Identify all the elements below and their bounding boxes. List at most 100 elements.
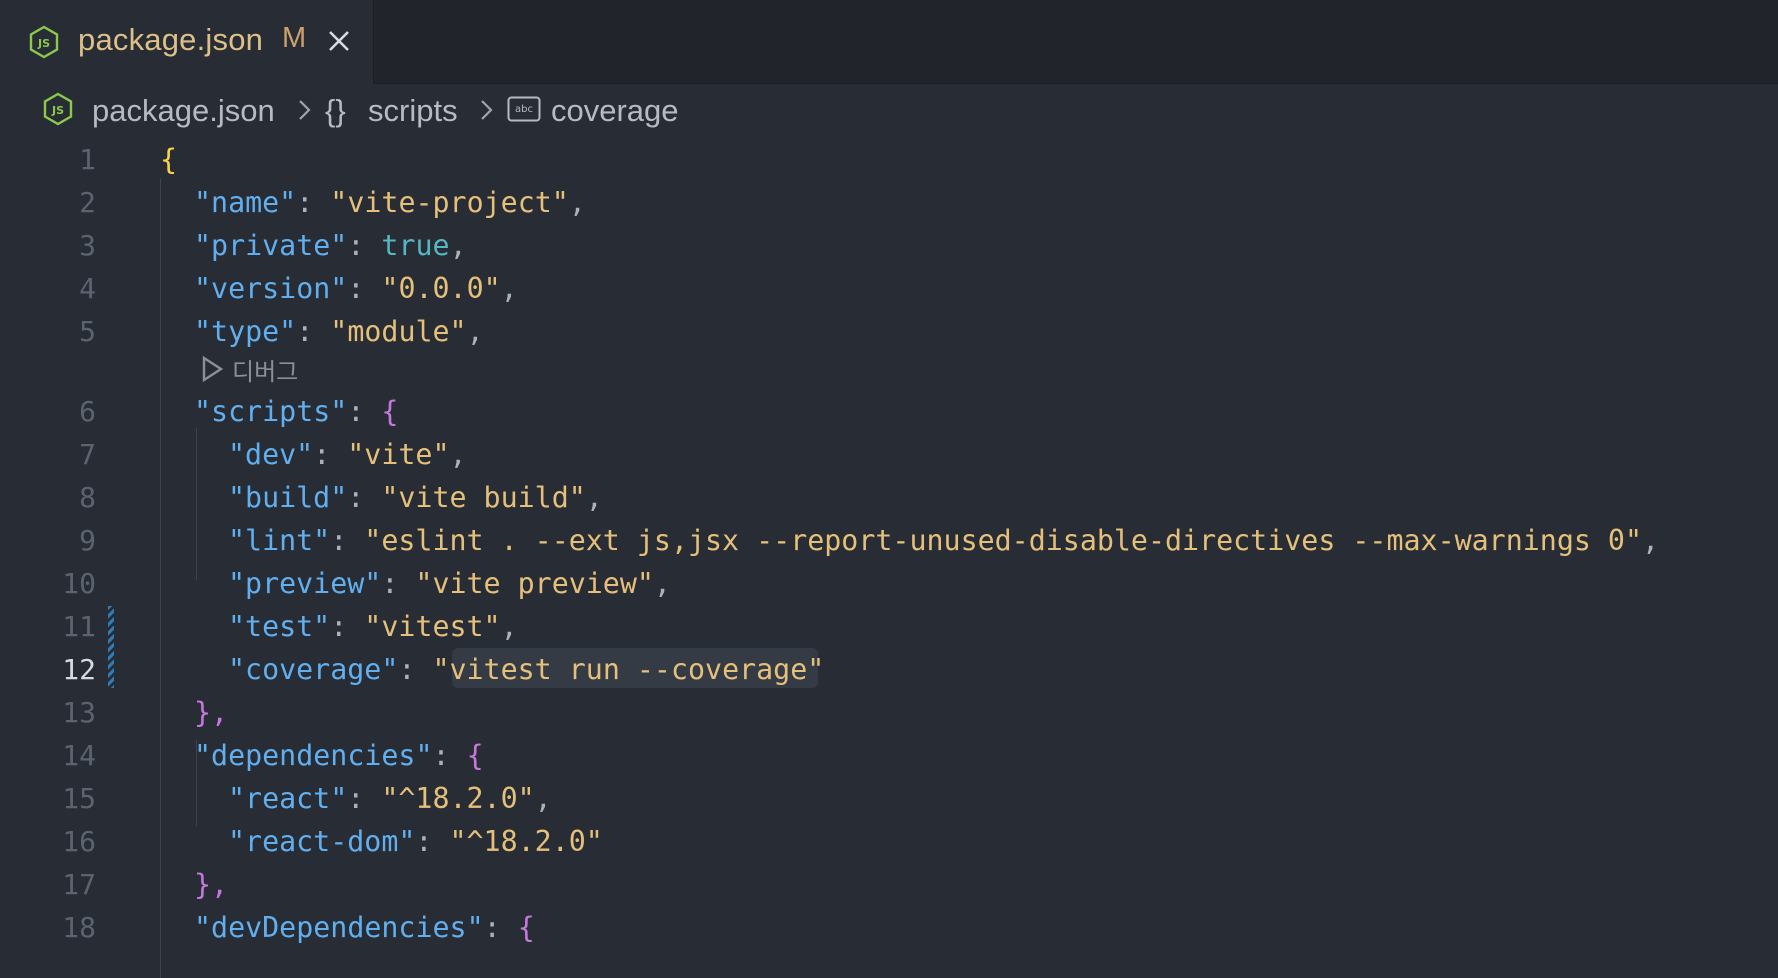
colon: : (330, 524, 365, 557)
code-line: "lint": "eslint . --ext js,jsx --report-… (228, 519, 1659, 562)
colon: : (347, 395, 382, 428)
line-number: 11 (62, 610, 96, 643)
close-icon[interactable] (326, 28, 352, 54)
json-value: true (381, 229, 450, 262)
json-key: "coverage" (228, 653, 399, 686)
comma: , (585, 481, 603, 514)
breadcrumb: JS package.json {} scripts abc coverage (0, 84, 1778, 136)
comma: , (1642, 524, 1660, 557)
line-number: 15 (62, 782, 96, 815)
modified-badge: M (282, 22, 307, 54)
code-line: { (160, 138, 177, 181)
codelens-label: 디버그 (232, 358, 299, 386)
comma: , (568, 186, 586, 219)
code-line: "preview": "vite preview", (228, 562, 671, 605)
line-number: 10 (62, 567, 96, 600)
json-value: "vite build" (381, 481, 586, 514)
indent-guide (160, 178, 161, 978)
line-number: 17 (62, 868, 96, 901)
json-value: "vite-project" (330, 186, 569, 219)
breadcrumb-section[interactable]: scripts (368, 93, 458, 129)
chevron-right-icon (481, 100, 493, 120)
code-line: "name": "vite-project", (194, 181, 586, 224)
colon: : (415, 825, 450, 858)
colon: : (296, 315, 331, 348)
code-line: "react": "^18.2.0", (228, 777, 552, 820)
json-key: "scripts" (194, 395, 348, 428)
line-number: 14 (62, 739, 96, 772)
code-line: "dependencies": { (194, 734, 484, 777)
json-key: "private" (194, 229, 348, 262)
colon: : (313, 438, 348, 471)
nodejs-icon: JS (29, 25, 59, 59)
comma: , (534, 782, 552, 815)
line-number: 16 (62, 825, 96, 858)
line-number: 1 (79, 143, 96, 176)
colon: : (398, 653, 433, 686)
code-line: "private": true, (194, 224, 467, 267)
comma: , (449, 438, 467, 471)
colon: : (347, 481, 382, 514)
code-line: "scripts": { (194, 390, 398, 433)
line-number: 7 (79, 438, 96, 471)
comma: , (653, 567, 671, 600)
code-line: "version": "0.0.0", (194, 267, 518, 310)
code-line: "devDependencies": { (194, 906, 535, 949)
play-icon (202, 355, 224, 383)
json-value: "^18.2.0" (449, 825, 603, 858)
json-key: "lint" (228, 524, 331, 557)
brace-open: { (160, 143, 178, 176)
line-number: 4 (79, 272, 96, 305)
brace-open: { (517, 911, 535, 944)
json-value: "0.0.0" (381, 272, 501, 305)
line-number: 8 (79, 481, 96, 514)
json-value: "vitest" (364, 610, 501, 643)
code-line: }, (194, 691, 228, 734)
colon: : (347, 229, 382, 262)
json-value: "vite" (347, 438, 450, 471)
code-line: "type": "module", (194, 310, 484, 353)
code-line: }, (194, 863, 228, 906)
colon: : (347, 272, 382, 305)
line-number: 5 (79, 315, 96, 348)
json-key: "build" (228, 481, 348, 514)
chevron-right-icon (299, 100, 311, 120)
breadcrumb-file[interactable]: package.json (92, 93, 275, 129)
svg-text:abc: abc (515, 104, 533, 115)
colon: : (296, 186, 331, 219)
comma: , (466, 315, 484, 348)
comma: , (500, 272, 518, 305)
json-key: "devDependencies" (194, 911, 484, 944)
colon: : (381, 567, 416, 600)
brace-open: { (466, 739, 484, 772)
line-number: 13 (62, 696, 96, 729)
json-key: "test" (228, 610, 331, 643)
brace-close: }, (194, 696, 229, 729)
json-value: "vitest run --coverage" (432, 653, 825, 686)
indent-guide (196, 428, 197, 580)
code-line: "test": "vitest", (228, 605, 518, 648)
code-line: "react-dom": "^18.2.0" (228, 820, 603, 863)
line-number: 12 (62, 653, 96, 686)
line-number: 2 (79, 186, 96, 219)
json-value: "module" (330, 315, 467, 348)
breadcrumb-leaf[interactable]: coverage (551, 93, 679, 129)
json-key: "type" (194, 315, 297, 348)
code-line: "dev": "vite", (228, 433, 467, 476)
colon: : (330, 610, 365, 643)
line-number: 9 (79, 524, 96, 557)
svg-text:JS: JS (51, 104, 64, 117)
line-number: 18 (62, 911, 96, 944)
debug-codelens[interactable]: 디버그 (200, 352, 298, 386)
nodejs-icon: JS (43, 92, 73, 126)
brace-close: }, (194, 868, 229, 901)
code-editor[interactable]: 1 {2 "name": "vite-project", 3 "private": tr… (0, 138, 1778, 978)
json-key: "preview" (228, 567, 382, 600)
comma: , (449, 229, 467, 262)
tab-package-json[interactable]: JS package.json M (0, 0, 374, 84)
tab-bar: JS package.json M (0, 0, 1778, 84)
json-value: "^18.2.0" (381, 782, 535, 815)
json-key: "name" (194, 186, 297, 219)
json-value: "eslint . --ext js,jsx --report-unused-d… (364, 524, 1643, 557)
json-key: "dependencies" (194, 739, 433, 772)
